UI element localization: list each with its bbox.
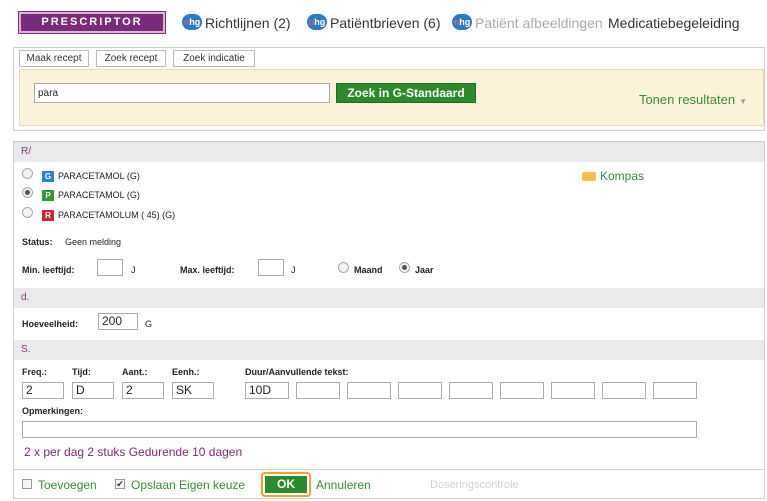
tonen-resultaten-label: Tonen resultaten — [638, 92, 736, 107]
doseringscontrole-button: Doseringscontrole — [430, 479, 519, 491]
time-label: Tijd: — [72, 367, 91, 377]
search-box: Zoek in G-Standaard Tonen resultaten▼ — [19, 69, 764, 126]
kompas-link[interactable]: Kompas — [582, 169, 644, 183]
drug-option-radio[interactable] — [22, 168, 33, 179]
amount-unit: G — [145, 319, 153, 329]
section-signature-header: S. — [14, 340, 764, 360]
unit-label: Eenh.: — [172, 367, 200, 377]
jaar-label: Jaar — [415, 265, 434, 275]
count-label: Aant.: — [122, 367, 148, 377]
ok-button[interactable]: OK — [261, 472, 311, 497]
prescriptor-logo[interactable]: PRESCRIPTOR — [18, 11, 166, 34]
extra-text-input[interactable] — [653, 382, 697, 399]
book-icon — [582, 172, 596, 182]
drug-tag-r: R — [42, 210, 54, 221]
extra-text-input[interactable] — [347, 382, 391, 399]
ok-button-label: OK — [265, 476, 307, 493]
search-input[interactable] — [34, 83, 330, 103]
min-age-unit: J — [131, 265, 136, 275]
opslaan-checkbox[interactable]: ✔ — [115, 479, 125, 489]
drug-option-label[interactable]: PARACETAMOL (G) — [58, 190, 140, 200]
extra-text-input[interactable] — [398, 382, 442, 399]
extra-text-input[interactable] — [500, 382, 544, 399]
remarks-label: Opmerkingen: — [22, 406, 84, 416]
drug-tag-p: P — [42, 190, 54, 201]
extra-text-input[interactable] — [449, 382, 493, 399]
kompas-label: Kompas — [600, 169, 645, 183]
duration-label: Duur/Aanvullende tekst: — [245, 367, 349, 377]
dosage-summary: 2 x per dag 2 stuks Gedurende 10 dagen — [24, 445, 243, 459]
jaar-radio[interactable] — [399, 262, 410, 273]
duration-input[interactable]: 10D — [245, 382, 289, 399]
prescription-form: R/ G PARACETAMOL (G) P PARACETAMOL (G) R… — [13, 141, 765, 499]
tab-maak-recept[interactable]: Maak recept — [19, 50, 89, 67]
amount-label: Hoeveelheid: — [22, 319, 79, 329]
extra-text-input[interactable] — [551, 382, 595, 399]
drug-option-radio[interactable] — [22, 187, 33, 198]
chevron-down-icon: ▼ — [739, 97, 747, 106]
form-footer: Toevoegen ✔ Opslaan Eigen keuze OK Annul… — [14, 469, 764, 499]
freq-input[interactable]: 2 — [22, 382, 64, 399]
top-bar: PRESCRIPTOR nhg Richtlijnen (2) nhg Pati… — [0, 0, 767, 44]
nhg-icon: nhg — [452, 14, 472, 30]
tab-zoek-indicatie[interactable]: Zoek indicatie — [173, 50, 255, 67]
extra-text-input[interactable] — [602, 382, 646, 399]
patientbrieven-link[interactable]: Patiëntbrieven (6) — [330, 15, 441, 31]
tonen-resultaten-toggle[interactable]: Tonen resultaten ▼ — [639, 92, 747, 107]
toevoegen-checkbox[interactable] — [22, 479, 32, 489]
maand-label: Maand — [354, 265, 383, 275]
min-age-input[interactable] — [97, 259, 123, 276]
amount-input[interactable]: 200 — [98, 313, 138, 330]
search-panel: Maak recept Zoek recept Zoek indicatie Z… — [13, 47, 765, 131]
status-value: Geen melding — [65, 237, 122, 247]
min-age-label: Min. leeftijd: — [22, 265, 75, 275]
section-dose-header: d. — [14, 288, 764, 308]
zoek-g-standaard-button[interactable]: Zoek in G-Standaard — [336, 83, 476, 103]
opslaan-eigen-keuze-label[interactable]: Opslaan Eigen keuze — [131, 478, 245, 492]
maand-radio[interactable] — [338, 262, 349, 273]
medicatiebegeleiding-link[interactable]: Medicatiebegeleiding — [608, 15, 740, 31]
max-age-unit: J — [291, 265, 296, 275]
unit-input[interactable]: SK — [172, 382, 214, 399]
drug-option-label[interactable]: PARACETAMOL (G) — [58, 171, 140, 181]
count-input[interactable]: 2 — [122, 382, 164, 399]
max-age-label: Max. leeftijd: — [180, 265, 235, 275]
section-recipe-header: R/ — [14, 142, 764, 162]
patient-afbeeldingen-link: Patiënt afbeeldingen — [475, 15, 603, 31]
richtlijnen-link[interactable]: Richtlijnen (2) — [205, 15, 291, 31]
freq-label: Freq.: — [22, 367, 48, 377]
nhg-icon: nhg — [307, 14, 327, 30]
drug-option-label[interactable]: PARACETAMOLUM ( 45) (G) — [58, 210, 175, 220]
drug-option-radio[interactable] — [22, 207, 33, 218]
toevoegen-label[interactable]: Toevoegen — [38, 478, 97, 492]
annuleren-link[interactable]: Annuleren — [316, 478, 371, 492]
time-input[interactable]: D — [72, 382, 114, 399]
max-age-input[interactable] — [258, 259, 284, 276]
status-label: Status: — [22, 237, 53, 247]
nhg-icon: nhg — [182, 14, 202, 30]
tab-zoek-recept[interactable]: Zoek recept — [96, 50, 166, 67]
extra-text-input[interactable] — [296, 382, 340, 399]
remarks-input[interactable] — [22, 421, 697, 438]
drug-tag-g: G — [42, 171, 54, 182]
